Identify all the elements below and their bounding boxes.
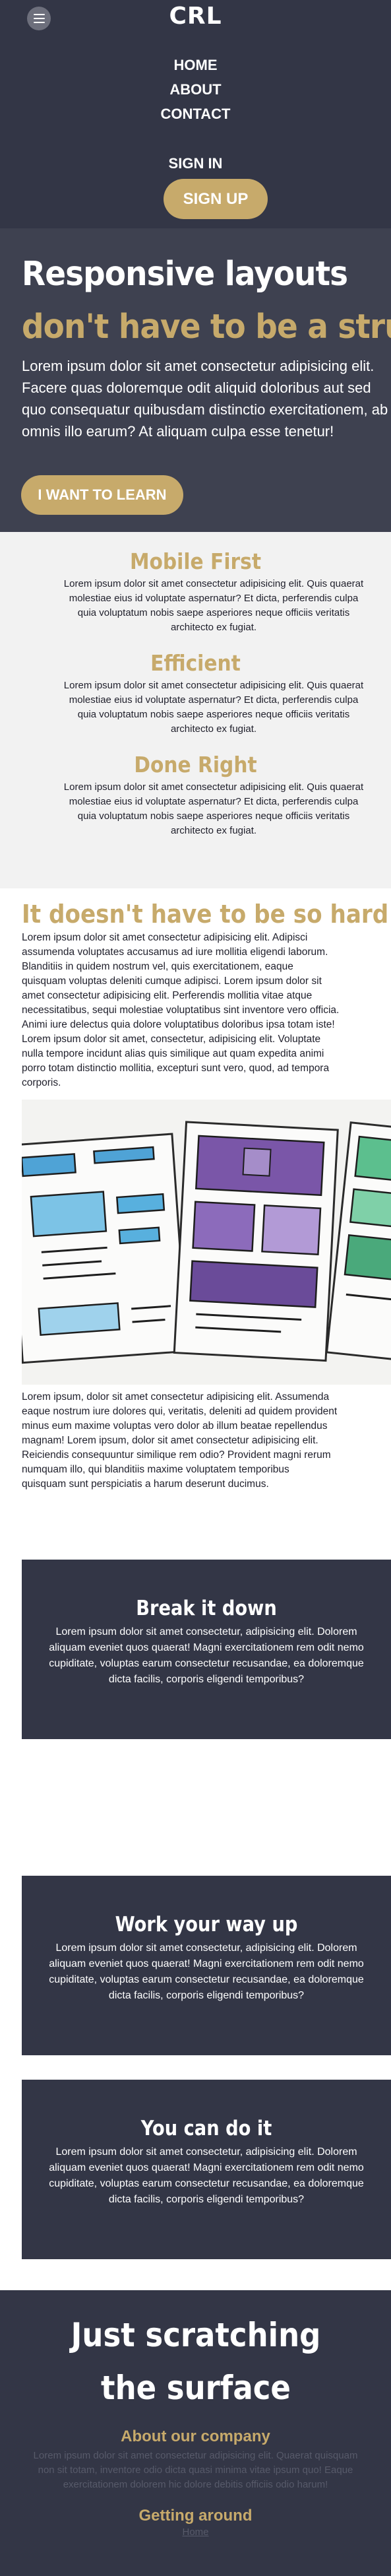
card-title: Work your way up — [115, 1913, 298, 1936]
hero-subtitle: don't have to be a struggle — [22, 308, 391, 347]
feature-text-line: Lorem ipsum dolor sit amet consectetur a… — [63, 680, 364, 691]
card-title: You can do it — [140, 2117, 272, 2140]
feature-text-line: molestiae eius id voluptate aspernatur? … — [69, 593, 359, 604]
feature-text-line: Lorem ipsum dolor sit amet consectetur a… — [63, 578, 364, 589]
feature-text-line: molestiae eius id voluptate aspernatur? … — [69, 694, 359, 706]
article-text-line: assumenda voluptates accusamus ad iure m… — [22, 946, 328, 958]
article-text-line: quisquam voluptas deleniti cumque adipis… — [22, 975, 322, 987]
card-text: Lorem ipsum dolor sit amet consectetur, … — [49, 1942, 364, 2001]
wireframe-sketches-illustration — [22, 1100, 391, 1385]
feature-text-line: architecto ex fugiat. — [170, 723, 257, 735]
feature-text-line: architecto ex fugiat. — [170, 622, 257, 633]
sign-in-link[interactable]: SIGN IN — [0, 155, 391, 172]
site-header: CRL HOME ABOUT CONTACT SIGN IN SIGN UP — [0, 0, 391, 228]
nav-contact[interactable]: CONTACT — [0, 102, 391, 126]
hero-title: Responsive layouts — [22, 255, 348, 294]
nav-home[interactable]: HOME — [0, 53, 391, 77]
article-text-line: minus eum maxime voluptas vero dolor ab … — [22, 1420, 328, 1432]
article-title: It doesn't have to be so hard — [22, 900, 389, 929]
feature-title: Mobile First — [129, 548, 262, 574]
article-text-line: magnam! Lorem ipsum, dolor sit amet cons… — [22, 1435, 318, 1446]
article-text-line: Animi iure delectus quia dolore voluptat… — [22, 1019, 335, 1030]
about-heading: About our company — [121, 2427, 270, 2445]
card-text: Lorem ipsum dolor sit amet consectetur, … — [49, 1626, 364, 1685]
feature-title: Efficient — [150, 650, 241, 676]
article-text-line: Blanditiis in quidem nostrum vel, quis e… — [22, 961, 293, 972]
article-text-line: amet consectetur adipisicing elit. Perfe… — [22, 990, 313, 1001]
article-text-line: nulla tempore incidunt alias quis simili… — [22, 1048, 324, 1059]
feature-text-line: architecto ex fugiat. — [170, 825, 257, 836]
feature-text-line: Lorem ipsum dolor sit amet consectetur a… — [63, 781, 364, 793]
card-title: Break it down — [136, 1597, 277, 1620]
feature-title: Done Right — [134, 752, 257, 777]
feature-text-line: molestiae eius id voluptate aspernatur? … — [69, 796, 359, 807]
main-nav: HOME ABOUT CONTACT — [0, 53, 391, 126]
footer-title: Just scratching the surface — [71, 2316, 321, 2407]
article-text-line: porro totam distinctio mollitia, exceptu… — [22, 1063, 330, 1074]
article-section: It doesn't have to be so hard Lorem ipsu… — [0, 888, 391, 1876]
feature-text-line: quia voluptatum nobis saepe asperiores n… — [77, 709, 350, 720]
article-text-line: corporis. — [22, 1077, 61, 1088]
hero-section: Responsive layouts don't have to be a st… — [0, 228, 391, 532]
article-text-line: numquam illo, qui blanditiis maxime volu… — [22, 1464, 289, 1475]
site-footer: Just scratching the surface About our co… — [0, 2290, 391, 2576]
article-text-line: necessitatibus, sequi molestiae voluptat… — [22, 1005, 340, 1016]
logo[interactable]: CRL — [0, 3, 391, 30]
features-section: Mobile First Lorem ipsum dolor sit amet … — [0, 532, 391, 888]
wireframe-sketches-image — [22, 1100, 391, 1385]
article-text-line: Lorem ipsum dolor sit amet consectetur a… — [22, 932, 308, 943]
hero-text: Lorem ipsum dolor sit amet consectetur a… — [22, 358, 388, 440]
footer-home-link[interactable]: Home — [0, 2526, 391, 2538]
article-text-line: Lorem ipsum dolor sit amet, consectetur,… — [22, 1034, 321, 1045]
article-text-line: eaque nostrum iure dolores qui, veritati… — [22, 1406, 338, 1417]
article-text-line: Reiciendis consequuntur similique rem od… — [22, 1449, 331, 1461]
card-break-it-down: Break it down Lorem ipsum dolor sit amet… — [22, 1560, 391, 1739]
card-work-your-way-up: Work your way up Lorem ipsum dolor sit a… — [22, 1876, 391, 2055]
feature-text-line: quia voluptatum nobis saepe asperiores n… — [77, 810, 350, 822]
about-text: Lorem ipsum dolor sit amet consectetur a… — [33, 2450, 358, 2490]
getting-around-heading: Getting around — [138, 2507, 253, 2525]
card-you-can-do-it: You can do it Lorem ipsum dolor sit amet… — [22, 2080, 391, 2259]
card-text: Lorem ipsum dolor sit amet consectetur, … — [49, 2146, 364, 2205]
feature-text-line: quia voluptatum nobis saepe asperiores n… — [77, 607, 350, 618]
sign-up-button[interactable]: SIGN UP — [164, 179, 268, 219]
article-text-line: Lorem ipsum, dolor sit amet consectetur … — [22, 1391, 330, 1403]
feature-mobile-first: Mobile First Lorem ipsum dolor sit amet … — [0, 546, 391, 635]
article-text-line: quisquam sunt perspiciatis a harum deser… — [22, 1478, 269, 1490]
nav-about[interactable]: ABOUT — [0, 77, 391, 102]
cards-section: Work your way up Lorem ipsum dolor sit a… — [0, 1876, 391, 2290]
feature-efficient: Efficient Lorem ipsum dolor sit amet con… — [0, 648, 391, 737]
learn-button[interactable]: I WANT TO LEARN — [21, 475, 183, 515]
feature-done-right: Done Right Lorem ipsum dolor sit amet co… — [0, 750, 391, 838]
